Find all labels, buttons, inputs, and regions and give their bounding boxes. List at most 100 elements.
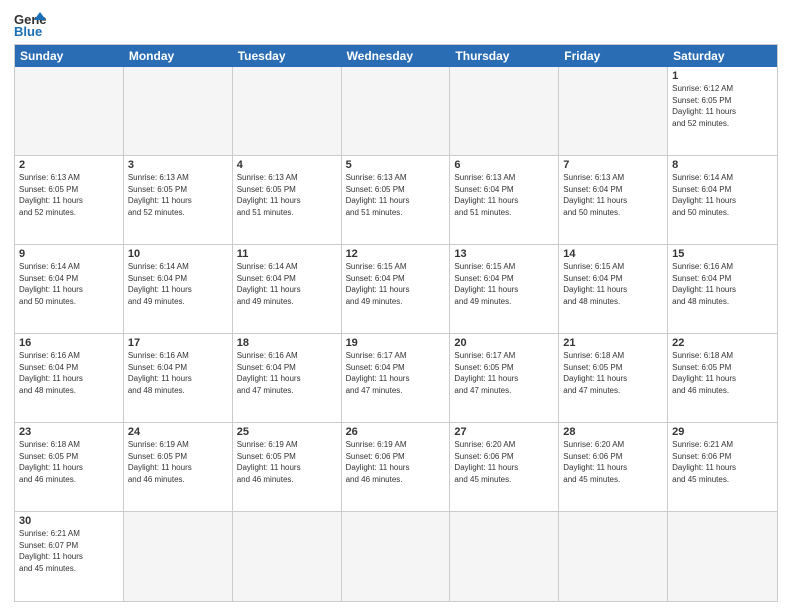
day-number: 10: [128, 248, 228, 260]
day-cell: [233, 512, 342, 601]
calendar-grid: 1Sunrise: 6:12 AM Sunset: 6:05 PM Daylig…: [15, 67, 777, 601]
day-info: Sunrise: 6:14 AM Sunset: 6:04 PM Dayligh…: [672, 172, 773, 218]
day-cell: 24Sunrise: 6:19 AM Sunset: 6:05 PM Dayli…: [124, 423, 233, 512]
day-number: 4: [237, 159, 337, 171]
day-cell: 15Sunrise: 6:16 AM Sunset: 6:04 PM Dayli…: [668, 245, 777, 334]
day-cell: 1Sunrise: 6:12 AM Sunset: 6:05 PM Daylig…: [668, 67, 777, 156]
dow-cell: Friday: [559, 45, 668, 67]
day-cell: 5Sunrise: 6:13 AM Sunset: 6:05 PM Daylig…: [342, 156, 451, 245]
day-number: 5: [346, 159, 446, 171]
day-info: Sunrise: 6:13 AM Sunset: 6:05 PM Dayligh…: [19, 172, 119, 218]
logo-icon: General Blue: [14, 10, 46, 38]
day-cell: 21Sunrise: 6:18 AM Sunset: 6:05 PM Dayli…: [559, 334, 668, 423]
day-cell: 29Sunrise: 6:21 AM Sunset: 6:06 PM Dayli…: [668, 423, 777, 512]
dow-header: SundayMondayTuesdayWednesdayThursdayFrid…: [15, 45, 777, 67]
day-info: Sunrise: 6:18 AM Sunset: 6:05 PM Dayligh…: [563, 350, 663, 396]
day-cell: [450, 512, 559, 601]
day-info: Sunrise: 6:20 AM Sunset: 6:06 PM Dayligh…: [563, 439, 663, 485]
dow-cell: Sunday: [15, 45, 124, 67]
day-number: 24: [128, 426, 228, 438]
day-number: 7: [563, 159, 663, 171]
day-cell: 7Sunrise: 6:13 AM Sunset: 6:04 PM Daylig…: [559, 156, 668, 245]
day-cell: [559, 512, 668, 601]
day-number: 21: [563, 337, 663, 349]
day-cell: 14Sunrise: 6:15 AM Sunset: 6:04 PM Dayli…: [559, 245, 668, 334]
day-cell: [124, 512, 233, 601]
day-number: 28: [563, 426, 663, 438]
day-number: 14: [563, 248, 663, 260]
day-info: Sunrise: 6:14 AM Sunset: 6:04 PM Dayligh…: [237, 261, 337, 307]
day-cell: [450, 67, 559, 156]
day-number: 27: [454, 426, 554, 438]
day-info: Sunrise: 6:21 AM Sunset: 6:07 PM Dayligh…: [19, 528, 119, 574]
day-number: 19: [346, 337, 446, 349]
day-cell: 22Sunrise: 6:18 AM Sunset: 6:05 PM Dayli…: [668, 334, 777, 423]
day-info: Sunrise: 6:13 AM Sunset: 6:04 PM Dayligh…: [563, 172, 663, 218]
day-cell: 30Sunrise: 6:21 AM Sunset: 6:07 PM Dayli…: [15, 512, 124, 601]
header: General Blue: [14, 10, 778, 38]
day-info: Sunrise: 6:14 AM Sunset: 6:04 PM Dayligh…: [128, 261, 228, 307]
day-number: 29: [672, 426, 773, 438]
day-cell: 11Sunrise: 6:14 AM Sunset: 6:04 PM Dayli…: [233, 245, 342, 334]
day-number: 16: [19, 337, 119, 349]
day-cell: 27Sunrise: 6:20 AM Sunset: 6:06 PM Dayli…: [450, 423, 559, 512]
day-cell: 17Sunrise: 6:16 AM Sunset: 6:04 PM Dayli…: [124, 334, 233, 423]
day-cell: 10Sunrise: 6:14 AM Sunset: 6:04 PM Dayli…: [124, 245, 233, 334]
day-number: 12: [346, 248, 446, 260]
day-cell: 25Sunrise: 6:19 AM Sunset: 6:05 PM Dayli…: [233, 423, 342, 512]
day-cell: [559, 67, 668, 156]
day-number: 3: [128, 159, 228, 171]
day-info: Sunrise: 6:18 AM Sunset: 6:05 PM Dayligh…: [672, 350, 773, 396]
day-cell: 12Sunrise: 6:15 AM Sunset: 6:04 PM Dayli…: [342, 245, 451, 334]
day-cell: 9Sunrise: 6:14 AM Sunset: 6:04 PM Daylig…: [15, 245, 124, 334]
day-info: Sunrise: 6:16 AM Sunset: 6:04 PM Dayligh…: [237, 350, 337, 396]
day-cell: [233, 67, 342, 156]
day-info: Sunrise: 6:19 AM Sunset: 6:05 PM Dayligh…: [237, 439, 337, 485]
dow-cell: Wednesday: [342, 45, 451, 67]
day-info: Sunrise: 6:16 AM Sunset: 6:04 PM Dayligh…: [19, 350, 119, 396]
dow-cell: Monday: [124, 45, 233, 67]
day-number: 11: [237, 248, 337, 260]
day-number: 1: [672, 70, 773, 82]
calendar: SundayMondayTuesdayWednesdayThursdayFrid…: [14, 44, 778, 602]
day-number: 6: [454, 159, 554, 171]
day-cell: 13Sunrise: 6:15 AM Sunset: 6:04 PM Dayli…: [450, 245, 559, 334]
day-number: 15: [672, 248, 773, 260]
page: General Blue SundayMondayTuesdayWednesda…: [0, 0, 792, 612]
day-number: 20: [454, 337, 554, 349]
day-cell: 2Sunrise: 6:13 AM Sunset: 6:05 PM Daylig…: [15, 156, 124, 245]
day-info: Sunrise: 6:17 AM Sunset: 6:04 PM Dayligh…: [346, 350, 446, 396]
svg-text:Blue: Blue: [14, 24, 42, 38]
day-info: Sunrise: 6:17 AM Sunset: 6:05 PM Dayligh…: [454, 350, 554, 396]
day-number: 8: [672, 159, 773, 171]
day-number: 9: [19, 248, 119, 260]
day-info: Sunrise: 6:19 AM Sunset: 6:06 PM Dayligh…: [346, 439, 446, 485]
day-number: 2: [19, 159, 119, 171]
day-number: 25: [237, 426, 337, 438]
day-number: 17: [128, 337, 228, 349]
day-cell: 18Sunrise: 6:16 AM Sunset: 6:04 PM Dayli…: [233, 334, 342, 423]
day-info: Sunrise: 6:12 AM Sunset: 6:05 PM Dayligh…: [672, 83, 773, 129]
dow-cell: Thursday: [450, 45, 559, 67]
day-info: Sunrise: 6:18 AM Sunset: 6:05 PM Dayligh…: [19, 439, 119, 485]
day-number: 23: [19, 426, 119, 438]
day-cell: [342, 512, 451, 601]
day-info: Sunrise: 6:14 AM Sunset: 6:04 PM Dayligh…: [19, 261, 119, 307]
day-number: 30: [19, 515, 119, 527]
day-info: Sunrise: 6:15 AM Sunset: 6:04 PM Dayligh…: [454, 261, 554, 307]
day-cell: 3Sunrise: 6:13 AM Sunset: 6:05 PM Daylig…: [124, 156, 233, 245]
day-cell: 16Sunrise: 6:16 AM Sunset: 6:04 PM Dayli…: [15, 334, 124, 423]
dow-cell: Saturday: [668, 45, 777, 67]
day-cell: [124, 67, 233, 156]
day-info: Sunrise: 6:20 AM Sunset: 6:06 PM Dayligh…: [454, 439, 554, 485]
dow-cell: Tuesday: [233, 45, 342, 67]
day-cell: [15, 67, 124, 156]
day-info: Sunrise: 6:16 AM Sunset: 6:04 PM Dayligh…: [128, 350, 228, 396]
day-number: 22: [672, 337, 773, 349]
day-cell: 6Sunrise: 6:13 AM Sunset: 6:04 PM Daylig…: [450, 156, 559, 245]
day-cell: [668, 512, 777, 601]
day-cell: 26Sunrise: 6:19 AM Sunset: 6:06 PM Dayli…: [342, 423, 451, 512]
day-number: 18: [237, 337, 337, 349]
day-info: Sunrise: 6:19 AM Sunset: 6:05 PM Dayligh…: [128, 439, 228, 485]
day-number: 26: [346, 426, 446, 438]
